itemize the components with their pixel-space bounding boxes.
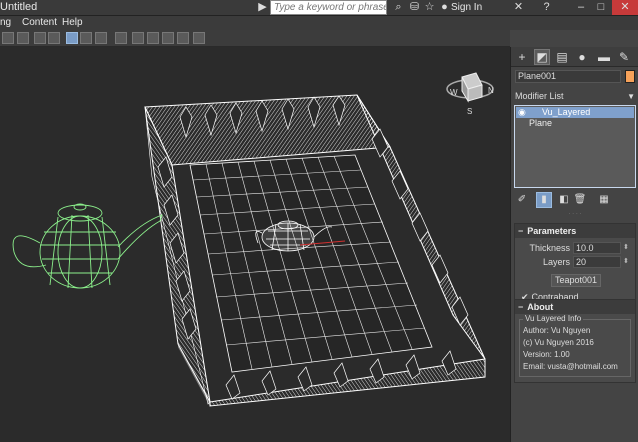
layers-input[interactable]: 20 [573,256,621,268]
make-unique-icon[interactable]: ◧ [557,193,571,207]
layer-manager-icon[interactable] [34,32,46,44]
object-name-field[interactable]: Plane001 [515,70,621,83]
minimize-button[interactable]: – [572,0,590,15]
about-group-label: Vu Layered Info [523,314,584,323]
thickness-label: Thickness [529,243,570,253]
about-rollout-header[interactable]: − About [515,300,635,314]
ribbon-icon[interactable] [48,32,60,44]
menu-bar: ng Content Help [0,16,638,30]
align-icon[interactable] [17,32,29,44]
user-icon[interactable]: ● [438,1,451,14]
parameters-title: Parameters [527,226,577,236]
rendered-frame-icon[interactable] [132,32,144,44]
object-color-swatch[interactable] [625,70,635,83]
collapse-icon: − [518,226,524,236]
panel-divider[interactable]: · · · · [511,211,638,217]
show-end-result-icon[interactable]: ▮ [536,192,552,208]
render-setup-icon[interactable] [115,32,127,44]
about-copyright: (c) Vu Nguyen 2016 [523,338,594,347]
svg-text:W: W [450,88,458,97]
hierarchy-icon[interactable]: ▤ [555,50,569,64]
chevron-down-icon: ▼ [627,92,635,101]
curve-editor-icon[interactable] [80,32,92,44]
snap-toggle-icon[interactable] [2,32,14,44]
svg-text:S: S [467,107,472,116]
help-icon[interactable]: ? [540,1,553,14]
stack-toolbar: ✐ ▮ ◧ 🗑 ▦ [511,192,638,208]
layers-label: Layers [542,257,570,267]
stack-item-plane[interactable]: Plane [516,118,634,129]
schematic-view-icon[interactable] [66,32,78,44]
render-icon[interactable] [147,32,159,44]
layers-row: Layers 20 ⬍ [515,256,637,268]
menu-item-help[interactable]: Help [62,17,83,28]
viewport-scene[interactable]: W N S [0,47,510,442]
thickness-input[interactable]: 10.0 [573,242,621,254]
about-info-group: Vu Layered Info Author: Vu Nguyen (c) Vu… [519,314,631,377]
main-toolbar [0,30,510,47]
render-iterative-icon[interactable] [193,32,205,44]
modifier-stack: ◉ Vu_Layered Plane [514,105,636,188]
sign-in-link[interactable]: Sign In [451,2,482,13]
about-email: Email: vusta@hotmail.com [523,362,618,371]
stack-item-label: Vu_Layered [542,107,591,117]
thickness-row: Thickness 10.0 ⬍ [515,242,637,254]
search-options-icon[interactable]: ▶ [256,1,269,14]
parameters-rollout-header[interactable]: − Parameters [515,224,635,238]
subscription-icon[interactable]: ⛁ [408,1,421,14]
eye-icon[interactable]: ◉ [518,107,526,118]
title-bar: Untitled ▶ Type a keyword or phrase ⌕ ⛁ … [0,0,638,16]
stack-item-vu-layered[interactable]: ◉ Vu_Layered [516,107,634,118]
pin-stack-icon[interactable]: ✐ [515,193,529,207]
viewcube-icon[interactable]: W N S [446,72,494,116]
about-title: About [527,302,554,312]
about-version: Version: 1.00 [523,350,570,359]
modify-icon[interactable]: ◩ [534,49,550,65]
command-panel: + ◩ ▤ ● ▬ ✎ Plane001 Modifier List ▼ ◉ V… [510,47,638,442]
parameters-rollout: − Parameters Thickness 10.0 ⬍ Layers 20 ⬍… [514,223,636,303]
thickness-spinner-icon[interactable]: ⬍ [623,242,629,254]
pick-object-button[interactable]: Teapot001 [551,274,601,287]
layered-plane-mesh[interactable] [144,94,486,407]
layers-spinner-icon[interactable]: ⬍ [623,256,629,268]
render-online-icon[interactable] [177,32,189,44]
command-panel-tabs: + ◩ ▤ ● ▬ ✎ [511,47,638,67]
search-input[interactable]: Type a keyword or phrase [270,0,387,15]
teapot-green-mesh[interactable] [12,203,163,289]
modifier-list-dropdown[interactable]: Modifier List ▼ [515,90,637,103]
utilities-icon[interactable]: ✎ [617,50,631,64]
modifier-list-label: Modifier List [515,91,564,101]
menu-item-content[interactable]: Content [22,17,57,28]
perspective-viewport[interactable]: W N S [0,47,510,442]
configure-modifier-sets-icon[interactable]: ▦ [597,193,611,207]
close-button[interactable]: ✕ [612,0,638,15]
display-icon[interactable]: ▬ [597,50,611,64]
remove-modifier-icon[interactable]: 🗑 [573,193,587,207]
material-editor-icon[interactable] [95,32,107,44]
menu-item-rendering[interactable]: ng [0,17,11,28]
about-author: Author: Vu Nguyen [523,326,591,335]
exchange-icon[interactable]: ✕ [512,1,525,14]
stack-item-label: Plane [529,118,553,128]
maximize-button[interactable]: □ [592,0,610,15]
render-production-icon[interactable] [162,32,174,44]
search-icon[interactable]: ⌕ [392,1,405,14]
collapse-icon: − [518,302,524,312]
about-rollout: − About Vu Layered Info Author: Vu Nguyen… [514,299,636,383]
favorites-icon[interactable]: ☆ [423,1,436,14]
window-title: Untitled [0,1,38,13]
create-icon[interactable]: + [515,50,529,64]
motion-icon[interactable]: ● [575,50,589,64]
svg-text:N: N [488,86,494,95]
